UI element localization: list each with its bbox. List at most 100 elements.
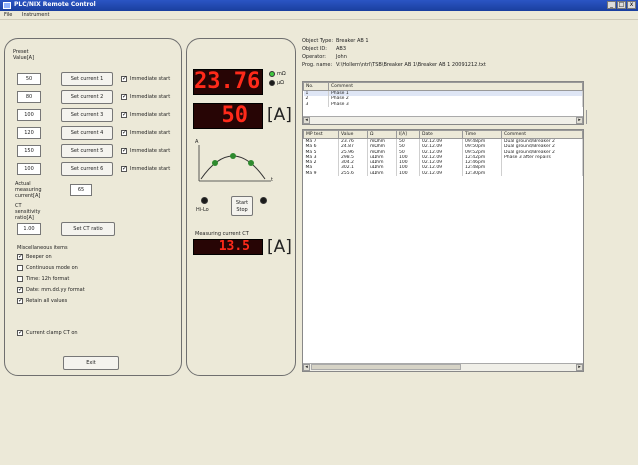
results-table[interactable]: MP test Value Ω I[A] Date Time Comment Ma 7 23.… [302,129,584,372]
resistance-display: 23.76 [193,69,263,95]
info-value: John [336,54,347,60]
results-col-header[interactable]: Comment [501,130,583,139]
curve-y-label: A [195,139,199,145]
menu-instrument[interactable]: Instrument [18,11,54,18]
preset-value-field[interactable]: 150 [17,145,41,157]
minimize-button[interactable]: _ [607,1,616,9]
set-current-button[interactable]: Set current 6 [61,162,113,176]
results-cell [501,170,583,177]
set-current-button[interactable]: Set current 5 [61,144,113,158]
phase-col-no[interactable]: No. [303,82,329,91]
results-cell: 02.12.09 [419,170,463,177]
phase-table[interactable]: No. Comment 1 Phase 1 2 Phase 2 3 Phase … [302,81,584,125]
set-current-button[interactable]: Set current 4 [61,126,113,140]
preset-value-field[interactable]: 120 [17,127,41,139]
set-current-button[interactable]: Set current 3 [61,108,113,122]
app-icon [3,2,11,9]
scroll-left-icon[interactable]: ◂ [303,117,310,124]
phase-col-comment[interactable]: Comment [328,82,583,91]
clamp-checkbox[interactable]: ✓ [17,330,23,336]
misc-label: Continuous mode on [26,265,78,271]
misc-label: Date: mm.dd.yy format [26,287,85,293]
misc-title: Miscellaneous items [17,245,68,251]
scroll-left-icon[interactable]: ◂ [303,364,310,371]
immediate-start-label: Immediate start [130,94,171,100]
window-controls: _ □ x [607,1,636,9]
hi-lo-label: Hi-Lo [196,207,209,213]
preset-value-field[interactable]: 50 [17,73,41,85]
misc-checkbox[interactable] [17,265,23,271]
scroll-right-icon[interactable]: ▸ [576,364,583,371]
results-hscroll[interactable]: ◂ ▸ [303,363,583,371]
set-ct-ratio-button[interactable]: Set CT ratio [61,222,115,236]
set-current-button[interactable]: Set current 1 [61,72,113,86]
results-cell: 100 [396,170,420,177]
current-display: 50 [193,103,263,129]
immediate-start-label: Immediate start [130,148,171,154]
immediate-start-checkbox[interactable]: ✓ [121,130,127,136]
preset-value-field[interactable]: 100 [17,109,41,121]
misc-checkbox[interactable]: ✓ [17,298,23,304]
immediate-start-label: Immediate start [130,76,171,82]
display-panel: 23.76 mΩ μΩ 50 [A] A t Hi-Lo Start Stop … [186,38,296,376]
maximize-button[interactable]: □ [617,1,626,9]
results-col-header[interactable]: Time [462,130,502,139]
info-label: Prog. name: [302,62,333,68]
results-col-header[interactable]: MP test [303,130,339,139]
info-row: Operator: John [302,54,582,62]
results-col-header[interactable]: I[A] [396,130,420,139]
menu-bar: File Instrument [0,11,638,20]
info-value: AB3 [336,46,347,52]
misc-checkbox[interactable]: ✓ [17,287,23,293]
measuring-ct-unit: [A] [267,237,292,257]
curve-line [200,155,266,180]
curve-point-3 [248,160,254,166]
phase-hscroll[interactable]: ◂ ▸ [303,116,583,124]
misc-checkbox[interactable] [17,276,23,282]
close-button[interactable]: x [627,1,636,9]
immediate-start-checkbox[interactable]: ✓ [121,76,127,82]
curve-point-2 [230,153,236,159]
actual-current-field[interactable]: 65 [70,184,92,196]
current-curve-graph [198,145,271,182]
results-cell: Ma 9 [303,170,339,177]
phase-row[interactable]: 3 Phase 3 [303,101,583,107]
clamp-label: Current clamp CT on [26,330,78,336]
immediate-start-checkbox[interactable]: ✓ [121,94,127,100]
phase-vscroll[interactable] [586,110,591,124]
start-stop-button[interactable]: Start Stop [231,196,253,216]
immediate-start-label: Immediate start [130,112,171,118]
table-row[interactable]: Ma 9 255.6 uΩhm 100 02.12.09 12:30pm [303,170,583,177]
set-current-button[interactable]: Set current 2 [61,90,113,104]
immediate-start-checkbox[interactable]: ✓ [121,166,127,172]
results-col-header[interactable]: Date [419,130,463,139]
status-led-1 [269,71,275,77]
ct-ratio-label: CT sensitivity ratio[A] [15,203,41,221]
menu-file[interactable]: File [0,11,16,18]
phase-comment: Phase 3 [328,101,583,107]
preset-label: Preset Value[A] [13,49,35,61]
window-title: PLC/NIX Remote Control [14,1,96,8]
object-info: Object Type: Breaker AB 1 Object ID: AB3… [302,38,582,70]
misc-checkbox[interactable]: ✓ [17,254,23,260]
preset-value-field[interactable]: 80 [17,91,41,103]
scroll-right-icon[interactable]: ▸ [576,117,583,124]
ct-ratio-field[interactable]: 1.00 [17,223,41,235]
status-led-2 [269,80,275,86]
curve-point-1 [212,160,218,166]
preset-value-field[interactable]: 100 [17,163,41,175]
exit-button[interactable]: Exit [63,356,119,370]
immediate-start-checkbox[interactable]: ✓ [121,112,127,118]
right-led [260,197,267,204]
scroll-thumb[interactable] [311,364,461,370]
status-label-2: μΩ [277,80,285,86]
title-bar: PLC/NIX Remote Control _ □ x [0,0,638,11]
misc-label: Time: 12h format [26,276,70,282]
immediate-start-checkbox[interactable]: ✓ [121,148,127,154]
current-unit: [A] [267,105,292,125]
results-col-header[interactable]: Value [338,130,368,139]
info-row: Object ID: AB3 [302,46,582,54]
measuring-ct-label: Measuring current CT [195,231,249,237]
status-label-1: mΩ [277,71,286,77]
results-col-header[interactable]: Ω [367,130,397,139]
